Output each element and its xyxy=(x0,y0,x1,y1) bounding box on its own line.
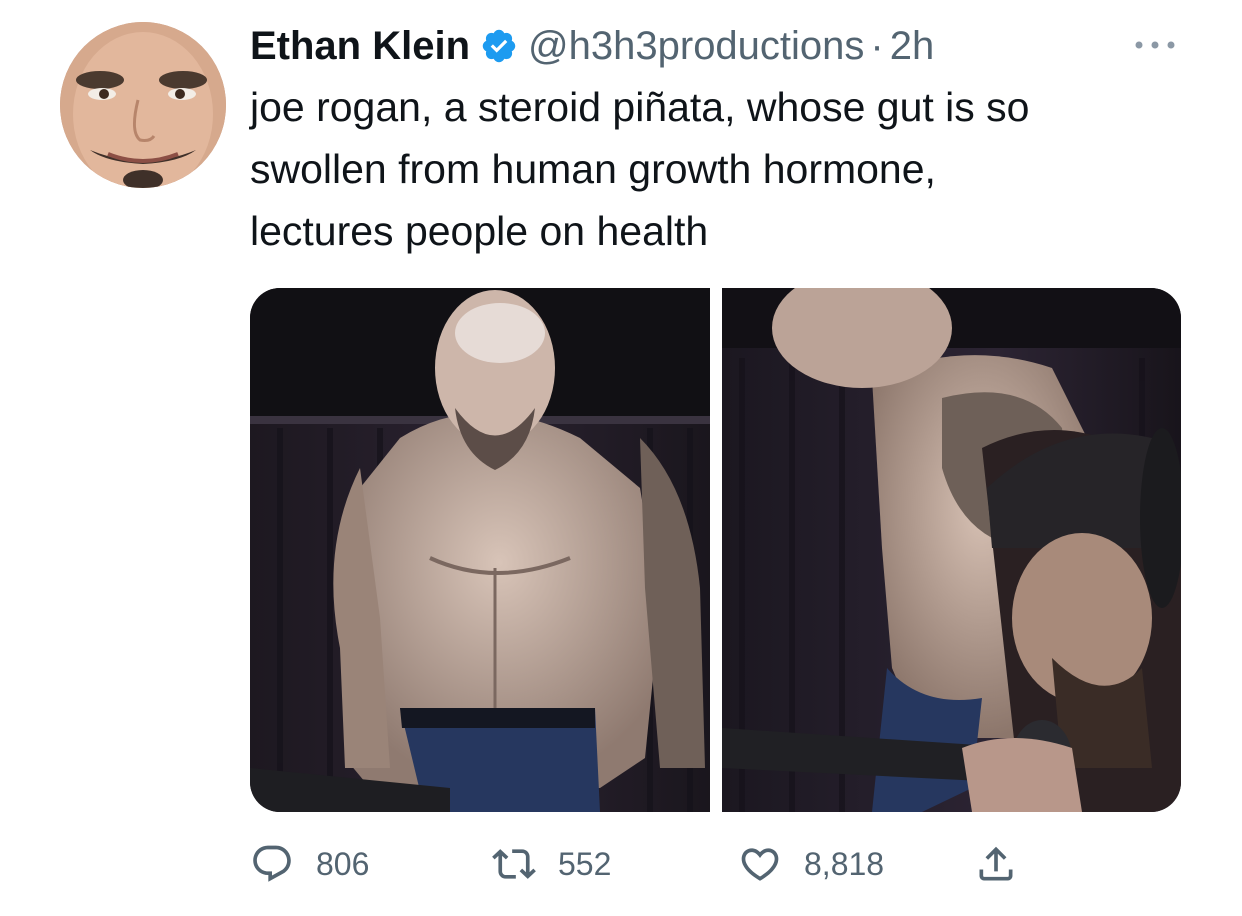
photo-shirtless-man-front xyxy=(250,288,710,812)
like-button[interactable]: 8,818 xyxy=(738,836,884,892)
tweet-text-line: swollen from human growth hormone, xyxy=(250,146,936,192)
retweet-icon xyxy=(492,842,536,886)
more-options-button[interactable] xyxy=(1130,30,1180,60)
reply-button[interactable]: 806 xyxy=(250,836,369,892)
share-icon xyxy=(974,842,1018,886)
like-count: 8,818 xyxy=(804,845,885,882)
separator-dot: · xyxy=(870,23,884,68)
author-handle[interactable]: @h3h3productions xyxy=(528,24,864,69)
tweet-text-line: lectures people on health xyxy=(250,208,709,254)
photo-shirtless-man-side xyxy=(721,288,1181,812)
tweet-actions: 806 552 8,818 xyxy=(250,836,1150,892)
tweet-photo-1[interactable] xyxy=(250,288,710,812)
tweet-timestamp[interactable]: 2h xyxy=(890,24,935,69)
more-horizontal-icon xyxy=(1135,41,1175,49)
tweet-media-grid xyxy=(250,288,1181,812)
tweet-text-line: joe rogan, a steroid piñata, whose gut i… xyxy=(250,84,1030,130)
heart-icon xyxy=(738,842,782,886)
tweet-text: joe rogan, a steroid piñata, whose gut i… xyxy=(250,76,1210,262)
share-button[interactable] xyxy=(974,836,1018,892)
tweet-header: Ethan Klein @h3h3productions · 2h xyxy=(250,16,934,76)
tweet-photo-2[interactable] xyxy=(721,288,1182,812)
reply-icon xyxy=(250,842,294,886)
avatar-face-illustration xyxy=(60,22,226,188)
author-avatar[interactable] xyxy=(60,22,226,188)
retweet-count: 552 xyxy=(558,845,612,882)
reply-count: 806 xyxy=(316,845,370,882)
tweet: Ethan Klein @h3h3productions · 2h joe ro… xyxy=(0,0,1242,916)
author-display-name[interactable]: Ethan Klein xyxy=(250,24,470,69)
verified-badge-icon xyxy=(480,27,518,65)
retweet-button[interactable]: 552 xyxy=(492,836,611,892)
